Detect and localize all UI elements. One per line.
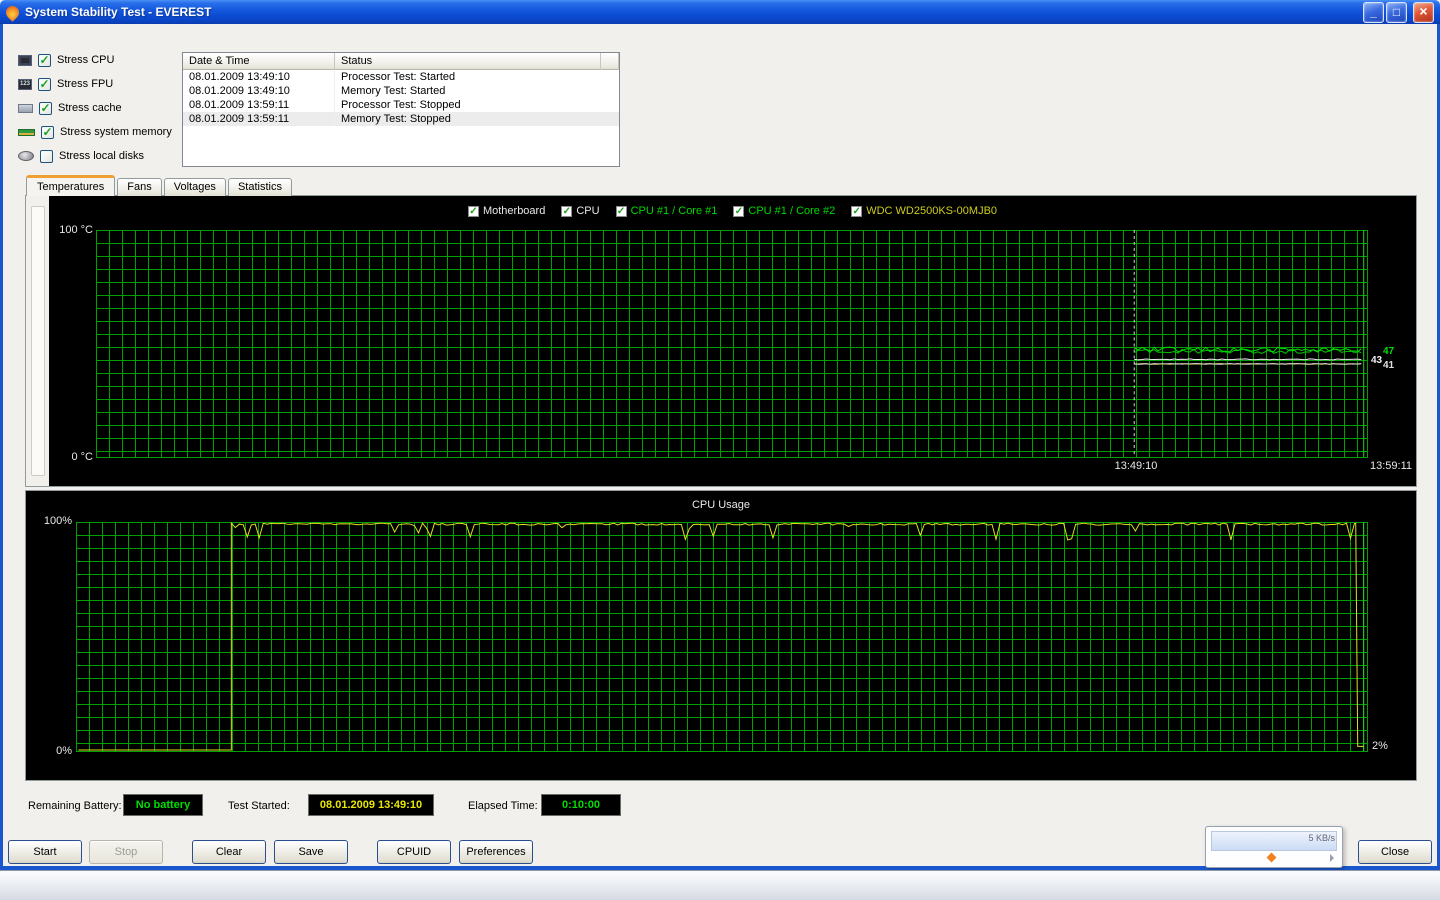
column-header-date-time[interactable]: Date & Time bbox=[183, 53, 335, 70]
test-started-label: Test Started: bbox=[228, 800, 290, 812]
battery-status-box: No battery bbox=[123, 794, 203, 816]
chart-value-label: 47 bbox=[1383, 346, 1394, 357]
log-cell-status: Processor Test: Stopped bbox=[335, 98, 601, 112]
battery-status-value: No battery bbox=[136, 799, 190, 811]
stress-checkbox[interactable]: ✓ bbox=[38, 54, 51, 67]
stress-option-label: Stress CPU bbox=[57, 54, 114, 66]
tab-voltages[interactable]: Voltages bbox=[164, 178, 226, 196]
network-speed-popup: 5 KB/s bbox=[1205, 826, 1343, 868]
log-table: Date & TimeStatus 08.01.2009 13:49:10Pro… bbox=[182, 52, 620, 167]
maximize-button[interactable]: □ bbox=[1386, 2, 1407, 23]
cpuid-button[interactable]: CPUID bbox=[377, 840, 451, 864]
memory-icon bbox=[18, 129, 35, 136]
test-started-box: 08.01.2009 13:49:10 bbox=[308, 794, 434, 816]
cpu-chart-title: CPU Usage bbox=[26, 499, 1416, 511]
tab-statistics[interactable]: Statistics bbox=[228, 178, 292, 196]
cpu-usage-chart-panel: CPU Usage 100% 0% 2% bbox=[25, 490, 1417, 781]
stress-option-stress-system-memory: ✓ Stress system memory bbox=[18, 120, 188, 144]
test-started-value: 08.01.2009 13:49:10 bbox=[320, 799, 422, 811]
start-button[interactable]: Start bbox=[8, 840, 82, 864]
chart-value-label: 43 bbox=[1371, 355, 1382, 366]
log-cell-status: Memory Test: Stopped bbox=[335, 112, 601, 126]
network-speed-label: 5 KB/s bbox=[1308, 833, 1335, 843]
elapsed-time-label: Elapsed Time: bbox=[468, 800, 538, 812]
minimize-button[interactable]: _ bbox=[1363, 2, 1384, 23]
remaining-battery-label: Remaining Battery: bbox=[28, 800, 122, 812]
stress-checkbox[interactable] bbox=[40, 150, 53, 163]
log-row[interactable]: 08.01.2009 13:59:11Processor Test: Stopp… bbox=[183, 98, 619, 112]
temperature-chart-panel: ✓Motherboard✓CPU✓CPU #1 / Core #1✓CPU #1… bbox=[25, 195, 1417, 487]
speed-marker-icon bbox=[1267, 853, 1277, 863]
clear-button[interactable]: Clear bbox=[192, 840, 266, 864]
log-row[interactable]: 08.01.2009 13:49:10Processor Test: Start… bbox=[183, 70, 619, 84]
log-row[interactable]: 08.01.2009 13:49:10Memory Test: Started bbox=[183, 84, 619, 98]
log-cell-status: Memory Test: Started bbox=[335, 84, 601, 98]
stress-option-label: Stress local disks bbox=[59, 150, 144, 162]
log-cell-datetime: 08.01.2009 13:59:11 bbox=[183, 98, 335, 112]
elapsed-time-value: 0:10:00 bbox=[562, 799, 600, 811]
save-button[interactable]: Save bbox=[274, 840, 348, 864]
column-header-spacer bbox=[601, 53, 619, 70]
preferences-button[interactable]: Preferences bbox=[459, 840, 533, 864]
elapsed-time-box: 0:10:00 bbox=[541, 794, 621, 816]
stress-option-label: Stress FPU bbox=[57, 78, 113, 90]
stress-checkbox[interactable]: ✓ bbox=[38, 78, 51, 91]
cpu-icon bbox=[18, 55, 32, 66]
close-button[interactable]: Close bbox=[1358, 840, 1432, 864]
cpu-plot-area bbox=[76, 522, 1368, 752]
cpu-y-max-label: 100% bbox=[26, 515, 72, 527]
stress-option-stress-local-disks: Stress local disks bbox=[18, 144, 188, 168]
window-title: System Stability Test - EVEREST bbox=[25, 5, 1361, 19]
log-table-body: 08.01.2009 13:49:10Processor Test: Start… bbox=[183, 70, 619, 126]
close-window-button[interactable]: × bbox=[1413, 2, 1434, 23]
chart-vertical-scrollbar[interactable] bbox=[31, 206, 45, 476]
temperature-value-labels: 474341 bbox=[49, 196, 1416, 486]
log-cell-datetime: 08.01.2009 13:59:11 bbox=[183, 112, 335, 126]
window-border-left bbox=[0, 24, 3, 870]
log-cell-datetime: 08.01.2009 13:49:10 bbox=[183, 70, 335, 84]
stress-option-stress-fpu: 123 ✓ Stress FPU bbox=[18, 72, 188, 96]
taskbar: EVEREST Ultimate Edi...D:\Razne\fotoshop… bbox=[0, 870, 1440, 900]
log-table-header: Date & TimeStatus bbox=[183, 53, 619, 70]
tab-fans[interactable]: Fans bbox=[117, 178, 161, 196]
app-icon bbox=[3, 3, 21, 21]
stress-option-label: Stress system memory bbox=[60, 126, 172, 138]
title-bar[interactable]: System Stability Test - EVEREST _ □ × bbox=[0, 0, 1440, 24]
log-cell-status: Processor Test: Started bbox=[335, 70, 601, 84]
cpu-y-min-label: 0% bbox=[26, 745, 72, 757]
stress-checkbox[interactable]: ✓ bbox=[39, 102, 52, 115]
cache-icon bbox=[18, 104, 33, 113]
stop-button[interactable]: Stop bbox=[89, 840, 163, 864]
fpu-icon: 123 bbox=[18, 79, 32, 90]
stress-option-stress-cache: ✓ Stress cache bbox=[18, 96, 188, 120]
stress-option-label: Stress cache bbox=[58, 102, 122, 114]
temperature-chart: ✓Motherboard✓CPU✓CPU #1 / Core #1✓CPU #1… bbox=[49, 196, 1416, 486]
log-row[interactable]: 08.01.2009 13:59:11Memory Test: Stopped bbox=[183, 112, 619, 126]
log-cell-datetime: 08.01.2009 13:49:10 bbox=[183, 84, 335, 98]
chart-value-label: 41 bbox=[1383, 360, 1394, 371]
cpu-end-value-label: 2% bbox=[1372, 740, 1388, 752]
tab-temperatures[interactable]: Temperatures bbox=[26, 175, 115, 196]
disk-icon bbox=[18, 151, 34, 161]
cpu-usage-series bbox=[76, 522, 1367, 751]
tab-bar: TemperaturesFansVoltagesStatistics bbox=[26, 175, 294, 196]
stress-checkbox[interactable]: ✓ bbox=[41, 126, 54, 139]
stress-options-list: ✓ Stress CPU 123 ✓ Stress FPU ✓ Stress cache ✓ S… bbox=[18, 48, 188, 168]
stress-option-stress-cpu: ✓ Stress CPU bbox=[18, 48, 188, 72]
column-header-status[interactable]: Status bbox=[335, 53, 601, 70]
popup-arrow-icon bbox=[1330, 854, 1334, 862]
